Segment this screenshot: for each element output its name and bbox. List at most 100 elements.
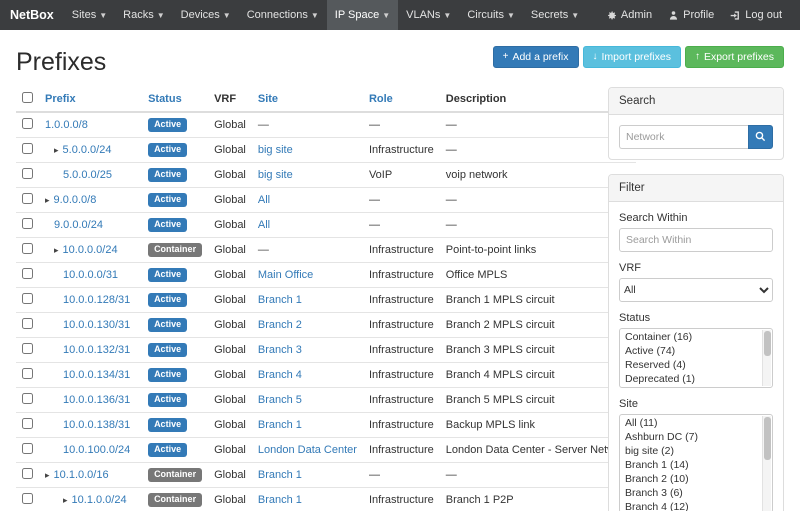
admin-link[interactable]: Admin: [598, 0, 660, 30]
filter-option[interactable]: Branch 3 (6): [621, 486, 760, 500]
prefix-link[interactable]: 9.0.0.0/24: [54, 219, 103, 231]
site-link[interactable]: London Data Center: [258, 444, 357, 456]
filter-option[interactable]: Branch 2 (10): [621, 472, 760, 486]
profile-link[interactable]: Profile: [660, 0, 722, 30]
site-link[interactable]: big site: [258, 169, 293, 181]
nav-item-secrets[interactable]: Secrets▼: [523, 0, 587, 30]
row-checkbox[interactable]: [22, 393, 33, 404]
nav-item-racks[interactable]: Racks▼: [115, 0, 172, 30]
status-badge[interactable]: Container: [148, 493, 202, 507]
filter-option[interactable]: Branch 1 (14): [621, 458, 760, 472]
site-link[interactable]: Branch 1: [258, 294, 302, 306]
row-checkbox[interactable]: [22, 493, 33, 504]
status-badge[interactable]: Active: [148, 268, 187, 282]
status-filter-listbox[interactable]: Container (16)Active (74)Reserved (4)Dep…: [619, 328, 773, 388]
site-link[interactable]: Branch 2: [258, 319, 302, 331]
row-checkbox[interactable]: [22, 368, 33, 379]
site-link[interactable]: Main Office: [258, 269, 313, 281]
column-header-status[interactable]: Status: [148, 93, 182, 105]
status-badge[interactable]: Active: [148, 318, 187, 332]
brand-logo[interactable]: NetBox: [10, 0, 54, 30]
filter-option[interactable]: All (11): [621, 416, 760, 430]
export-prefixes-button[interactable]: ↑Export prefixes: [685, 46, 784, 68]
logout-link[interactable]: Log out: [722, 0, 790, 30]
filter-option[interactable]: Ashburn DC (7): [621, 430, 760, 444]
site-filter-listbox[interactable]: All (11)Ashburn DC (7)big site (2)Branch…: [619, 414, 773, 511]
row-checkbox[interactable]: [22, 293, 33, 304]
nav-item-circuits[interactable]: Circuits▼: [459, 0, 523, 30]
nav-item-ip-space[interactable]: IP Space▼: [327, 0, 398, 30]
search-input[interactable]: [619, 125, 748, 149]
prefix-link[interactable]: 10.1.0.0/24: [72, 494, 127, 506]
nav-item-vlans[interactable]: VLANs▼: [398, 0, 459, 30]
status-badge[interactable]: Active: [148, 218, 187, 232]
prefix-link[interactable]: 10.0.0.132/31: [63, 344, 130, 356]
expand-icon[interactable]: ▸: [45, 470, 50, 480]
status-badge[interactable]: Active: [148, 168, 187, 182]
row-checkbox[interactable]: [22, 318, 33, 329]
site-link[interactable]: Branch 5: [258, 394, 302, 406]
prefix-link[interactable]: 10.0.100.0/24: [63, 444, 130, 456]
site-link[interactable]: Branch 4: [258, 369, 302, 381]
nav-item-devices[interactable]: Devices▼: [173, 0, 239, 30]
column-header-prefix[interactable]: Prefix: [45, 93, 76, 105]
prefix-link[interactable]: 10.0.0.0/31: [63, 269, 118, 281]
row-checkbox[interactable]: [22, 468, 33, 479]
prefix-link[interactable]: 1.0.0.0/8: [45, 119, 88, 131]
select-all-checkbox[interactable]: [22, 92, 33, 103]
nav-item-connections[interactable]: Connections▼: [239, 0, 327, 30]
prefix-link[interactable]: 10.0.0.0/24: [63, 244, 118, 256]
prefix-link[interactable]: 10.0.0.136/31: [63, 394, 130, 406]
prefix-link[interactable]: 10.0.0.138/31: [63, 419, 130, 431]
expand-icon[interactable]: ▸: [54, 145, 59, 155]
site-link[interactable]: Branch 1: [258, 419, 302, 431]
status-badge[interactable]: Active: [148, 143, 187, 157]
status-badge[interactable]: Active: [148, 443, 187, 457]
prefix-link[interactable]: 10.1.0.0/16: [54, 469, 109, 481]
status-badge[interactable]: Active: [148, 193, 187, 207]
prefix-link[interactable]: 10.0.0.128/31: [63, 294, 130, 306]
status-badge[interactable]: Container: [148, 243, 202, 257]
nav-item-sites[interactable]: Sites▼: [64, 0, 115, 30]
status-badge[interactable]: Active: [148, 293, 187, 307]
row-checkbox[interactable]: [22, 143, 33, 154]
expand-icon[interactable]: ▸: [45, 195, 50, 205]
status-badge[interactable]: Active: [148, 368, 187, 382]
filter-option[interactable]: Active (74): [621, 344, 760, 358]
site-link[interactable]: Branch 3: [258, 344, 302, 356]
filter-option[interactable]: Reserved (4): [621, 358, 760, 372]
filter-option[interactable]: Branch 4 (12): [621, 500, 760, 511]
vrf-select[interactable]: All: [619, 278, 773, 302]
status-badge[interactable]: Active: [148, 343, 187, 357]
site-link[interactable]: Branch 1: [258, 494, 302, 506]
row-checkbox[interactable]: [22, 243, 33, 254]
search-button[interactable]: [748, 125, 773, 149]
filter-option[interactable]: big site (2): [621, 444, 760, 458]
import-prefixes-button[interactable]: ↓Import prefixes: [583, 46, 681, 68]
scrollbar[interactable]: [762, 416, 771, 511]
site-link[interactable]: Branch 1: [258, 469, 302, 481]
filter-option[interactable]: Deprecated (1): [621, 372, 760, 386]
prefix-link[interactable]: 9.0.0.0/8: [54, 194, 97, 206]
search-within-input[interactable]: [619, 228, 773, 252]
column-header-site[interactable]: Site: [258, 93, 278, 105]
add-prefix-button[interactable]: +Add a prefix: [493, 46, 579, 68]
status-badge[interactable]: Container: [148, 468, 202, 482]
prefix-link[interactable]: 5.0.0.0/24: [63, 144, 112, 156]
expand-icon[interactable]: ▸: [63, 495, 68, 505]
prefix-link[interactable]: 10.0.0.134/31: [63, 369, 130, 381]
prefix-link[interactable]: 5.0.0.0/25: [63, 169, 112, 181]
site-link[interactable]: big site: [258, 144, 293, 156]
filter-option[interactable]: Container (16): [621, 330, 760, 344]
status-badge[interactable]: Active: [148, 118, 187, 132]
status-badge[interactable]: Active: [148, 418, 187, 432]
row-checkbox[interactable]: [22, 193, 33, 204]
row-checkbox[interactable]: [22, 168, 33, 179]
site-link[interactable]: All: [258, 219, 270, 231]
row-checkbox[interactable]: [22, 418, 33, 429]
row-checkbox[interactable]: [22, 218, 33, 229]
site-link[interactable]: All: [258, 194, 270, 206]
row-checkbox[interactable]: [22, 118, 33, 129]
expand-icon[interactable]: ▸: [54, 245, 59, 255]
row-checkbox[interactable]: [22, 443, 33, 454]
